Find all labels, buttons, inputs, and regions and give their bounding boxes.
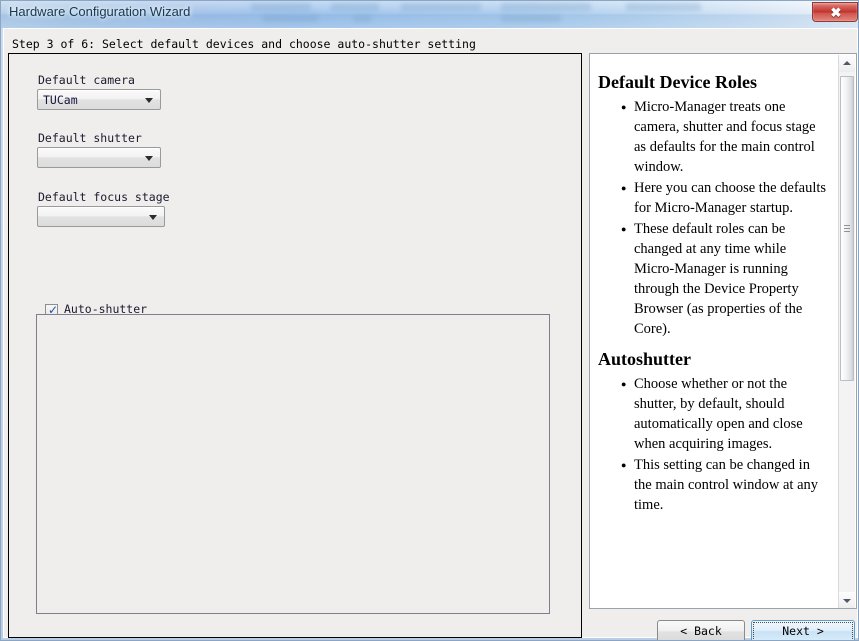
- background-blur-artifact: [501, 3, 591, 11]
- background-blur-artifact: [501, 15, 561, 22]
- default-shutter-label: Default shutter: [38, 131, 142, 145]
- next-button-label: Next >: [782, 624, 824, 638]
- hardware-configuration-wizard-window: Hardware Configuration Wizard ✖ Step 3 o…: [0, 0, 859, 641]
- background-blur-artifact: [263, 15, 318, 22]
- next-button[interactable]: Next >: [751, 620, 855, 640]
- background-blur-artifact: [331, 3, 379, 11]
- down-arrow-icon: [843, 599, 851, 603]
- close-button[interactable]: ✖: [812, 2, 858, 22]
- window-title: Hardware Configuration Wizard: [9, 4, 191, 19]
- help-bullets-device-roles: Micro-Manager treats one camera, shutter…: [598, 96, 830, 339]
- close-icon: ✖: [830, 5, 842, 20]
- step-instruction-label: Step 3 of 6: Select default devices and …: [12, 37, 476, 51]
- help-bullet: Here you can choose the defaults for Mic…: [621, 177, 830, 218]
- device-list-area[interactable]: [36, 314, 550, 614]
- default-focus-stage-dropdown[interactable]: [37, 206, 165, 227]
- help-heading-device-roles: Default Device Roles: [598, 72, 757, 92]
- background-blur-artifact: [353, 15, 371, 22]
- default-shutter-dropdown[interactable]: [37, 147, 161, 168]
- device-roles-panel: Default camera TUCam Default shutter Def…: [8, 53, 582, 638]
- background-blur-artifact: [401, 3, 481, 11]
- default-camera-label: Default camera: [38, 73, 135, 87]
- help-bullet: Choose whether or not the shutter, by de…: [621, 373, 830, 454]
- help-bullet: This setting can be changed in the main …: [621, 454, 830, 515]
- chevron-down-icon: [149, 215, 157, 220]
- scroll-down-button[interactable]: [839, 592, 855, 608]
- default-camera-dropdown[interactable]: TUCam: [37, 89, 161, 110]
- scrollbar-thumb[interactable]: [840, 76, 854, 381]
- default-focus-stage-label: Default focus stage: [38, 190, 170, 204]
- help-scrollbar[interactable]: [838, 55, 855, 608]
- help-heading-autoshutter: Autoshutter: [598, 349, 691, 369]
- chevron-down-icon: [145, 98, 153, 103]
- default-camera-value: TUCam: [43, 93, 78, 107]
- title-bar[interactable]: Hardware Configuration Wizard ✖: [1, 1, 858, 28]
- back-button[interactable]: < Back: [657, 620, 745, 640]
- help-content: Default Device Roles Micro-Manager treat…: [590, 54, 838, 608]
- chevron-down-icon: [145, 156, 153, 161]
- scroll-up-button[interactable]: [839, 55, 855, 72]
- help-bullet: Micro-Manager treats one camera, shutter…: [621, 96, 830, 177]
- grip-icon: [844, 224, 850, 233]
- background-blur-artifact: [251, 3, 311, 11]
- up-arrow-icon: [843, 61, 851, 65]
- background-blur-artifact: [626, 3, 701, 11]
- wizard-client-area: Step 3 of 6: Select default devices and …: [3, 28, 858, 640]
- help-bullets-autoshutter: Choose whether or not the shutter, by de…: [598, 373, 830, 515]
- help-panel: Default Device Roles Micro-Manager treat…: [589, 53, 857, 609]
- help-bullet: These default roles can be changed at an…: [621, 218, 830, 339]
